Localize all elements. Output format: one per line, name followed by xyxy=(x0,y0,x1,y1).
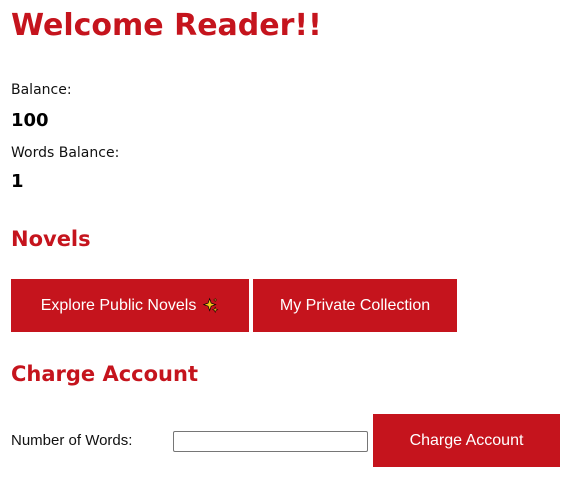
words-balance-value: 1 xyxy=(11,171,24,192)
words-balance-label: Words Balance: xyxy=(11,145,120,161)
charge-account-button[interactable]: Charge Account xyxy=(373,414,560,467)
explore-public-novels-label: Explore Public Novels xyxy=(40,296,197,314)
sparkle-icon xyxy=(202,297,219,314)
page-title: Welcome Reader!! xyxy=(11,8,322,43)
balance-label: Balance: xyxy=(11,82,72,98)
explore-public-novels-button[interactable]: Explore Public Novels xyxy=(11,279,249,332)
balance-value: 100 xyxy=(11,110,49,131)
reader-dashboard: Welcome Reader!! Balance: 100 Words Bala… xyxy=(0,0,573,482)
my-private-collection-button[interactable]: My Private Collection xyxy=(253,279,457,332)
number-of-words-label: Number of Words: xyxy=(11,432,133,449)
novels-heading: Novels xyxy=(11,227,91,251)
charge-account-heading: Charge Account xyxy=(11,362,198,386)
number-of-words-input[interactable] xyxy=(173,431,368,452)
